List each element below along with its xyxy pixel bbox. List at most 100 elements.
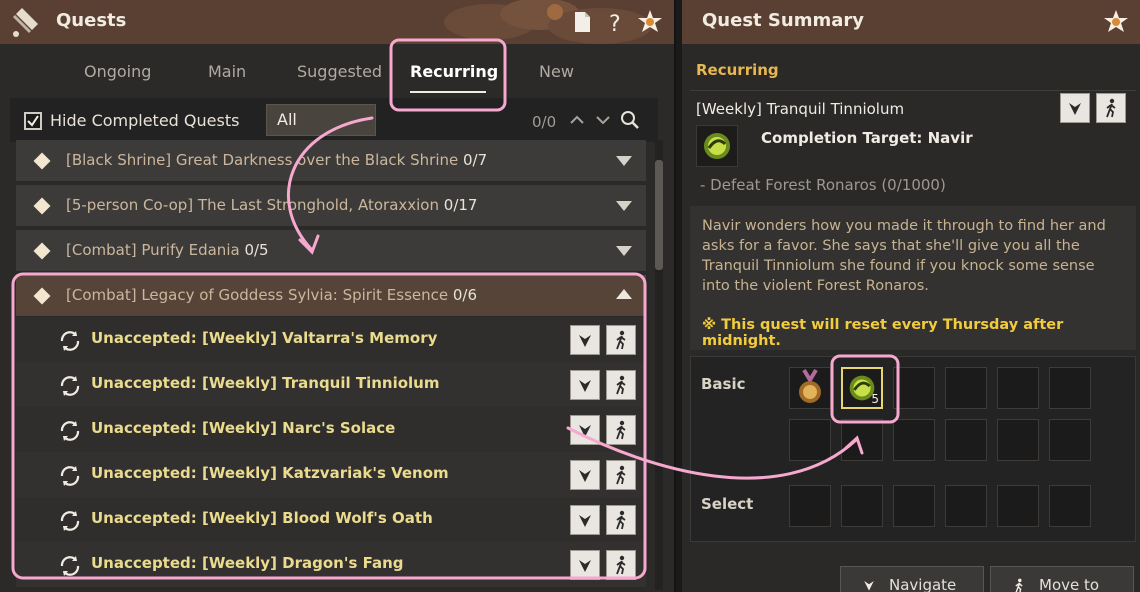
completion-target: Completion Target: Navir bbox=[761, 129, 973, 147]
reward-slot[interactable] bbox=[841, 419, 883, 461]
diamond-icon bbox=[33, 287, 51, 305]
auto-move-button[interactable] bbox=[1096, 93, 1126, 123]
navigate-arrow-icon bbox=[579, 380, 591, 392]
reward-slot[interactable] bbox=[1049, 367, 1091, 409]
navigate-button[interactable] bbox=[570, 550, 600, 580]
search-result-count: 0/0 bbox=[532, 113, 557, 131]
navigate-button[interactable] bbox=[570, 505, 600, 535]
search-icon[interactable] bbox=[618, 106, 640, 134]
reward-slot[interactable] bbox=[789, 367, 831, 409]
category-dropdown[interactable]: All bbox=[266, 104, 376, 136]
quest-description: Navir wonders how you made it through to… bbox=[702, 218, 1106, 294]
auto-move-button[interactable] bbox=[606, 460, 636, 490]
auto-move-button[interactable] bbox=[606, 325, 636, 355]
quests-title: Quests bbox=[56, 10, 127, 31]
walking-figure-icon bbox=[616, 510, 626, 530]
navigate-arrow-icon bbox=[579, 560, 591, 572]
summary-title-bar[interactable]: Quest Summary bbox=[682, 0, 1140, 44]
divider bbox=[690, 90, 1136, 91]
auto-move-button[interactable] bbox=[606, 415, 636, 445]
settings-emblem-icon[interactable] bbox=[1102, 8, 1130, 36]
auto-move-button[interactable] bbox=[606, 505, 636, 535]
navigate-large-button[interactable]: Navigate bbox=[840, 566, 984, 592]
reward-slot[interactable] bbox=[997, 419, 1039, 461]
scrollbar-thumb[interactable] bbox=[655, 160, 663, 270]
expand-arrow-icon[interactable] bbox=[616, 246, 632, 256]
recurring-icon bbox=[60, 421, 80, 441]
recurring-icon bbox=[60, 556, 80, 576]
reward-slot[interactable] bbox=[893, 419, 935, 461]
quest-group-last-stronghold[interactable]: [5-person Co-op] The Last Stronghold, At… bbox=[16, 185, 646, 227]
tab-main[interactable]: Main bbox=[208, 62, 246, 81]
sub-quest-item[interactable]: Unaccepted: [Weekly] Tranquil Tinniolum bbox=[16, 362, 646, 407]
chevron-down-icon[interactable] bbox=[592, 106, 614, 134]
svg-text:?: ? bbox=[609, 12, 621, 36]
sub-quest-item[interactable]: Unaccepted: [Weekly] Valtarra's Memory bbox=[16, 317, 646, 362]
navigate-button[interactable] bbox=[570, 370, 600, 400]
reward-slot[interactable] bbox=[789, 419, 831, 461]
tab-recurring[interactable]: Recurring bbox=[410, 62, 498, 81]
tab-new[interactable]: New bbox=[539, 62, 574, 81]
dropdown-value: All bbox=[277, 110, 297, 129]
expand-arrow-icon[interactable] bbox=[616, 201, 632, 211]
help-icon[interactable]: ? bbox=[602, 8, 630, 36]
select-reward-slot[interactable] bbox=[997, 485, 1039, 527]
select-reward-slot[interactable] bbox=[841, 485, 883, 527]
select-reward-slot[interactable] bbox=[1049, 485, 1091, 527]
rewards-panel: Basic 5 Select bbox=[690, 356, 1136, 542]
sub-quest-title: Unaccepted: [Weekly] Narc's Solace bbox=[91, 419, 396, 437]
quest-item-icon bbox=[696, 125, 738, 167]
quest-description-box: Navir wonders how you made it through to… bbox=[690, 206, 1136, 350]
sub-quest-title: Unaccepted: [Weekly] Valtarra's Memory bbox=[91, 329, 438, 347]
quest-group-legacy-of-sylvia[interactable]: [Combat] Legacy of Goddess Sylvia: Spiri… bbox=[16, 275, 646, 317]
diamond-icon bbox=[33, 152, 51, 170]
navigate-button[interactable] bbox=[1060, 93, 1090, 123]
navigate-button[interactable] bbox=[570, 415, 600, 445]
move-to-button[interactable]: Move to bbox=[990, 566, 1134, 592]
reward-slot[interactable] bbox=[945, 419, 987, 461]
sub-quest-item[interactable]: Unaccepted: [Weekly] Katzvariak's Venom bbox=[16, 452, 646, 497]
quests-title-bar[interactable]: Quests ? bbox=[0, 0, 674, 44]
select-reward-slot[interactable] bbox=[789, 485, 831, 527]
medal-icon bbox=[799, 368, 821, 403]
quest-group-title: [5-person Co-op] The Last Stronghold, At… bbox=[66, 196, 478, 214]
sub-quest-item[interactable]: Unaccepted: [Weekly] Narc's Solace bbox=[16, 407, 646, 452]
auto-move-button[interactable] bbox=[606, 550, 636, 580]
reward-slot[interactable] bbox=[945, 367, 987, 409]
move-to-label: Move to bbox=[1039, 576, 1100, 592]
summary-category: Recurring bbox=[696, 61, 779, 79]
reward-slot-selected[interactable]: 5 bbox=[841, 367, 883, 409]
quest-group-purify-edania[interactable]: [Combat] Purify Edania 0/5 bbox=[16, 230, 646, 272]
tab-ongoing[interactable]: Ongoing bbox=[84, 62, 151, 81]
navigate-arrow-icon bbox=[579, 515, 591, 527]
reward-slot[interactable] bbox=[893, 367, 935, 409]
sub-quest-title: Unaccepted: [Weekly] Blood Wolf's Oath bbox=[91, 509, 433, 527]
navigate-button[interactable] bbox=[570, 325, 600, 355]
active-tab-indicator bbox=[410, 91, 486, 93]
sub-quest-title: Unaccepted: [Weekly] Katzvariak's Venom bbox=[91, 464, 449, 482]
document-icon[interactable] bbox=[568, 8, 596, 36]
chevron-up-icon[interactable] bbox=[566, 106, 588, 134]
sub-quest-title: Unaccepted: [Weekly] Tranquil Tinniolum bbox=[91, 374, 440, 392]
quest-tabs: Ongoing Main Suggested Recurring New bbox=[0, 44, 674, 96]
select-reward-slot[interactable] bbox=[893, 485, 935, 527]
quest-group-title: [Black Shrine] Great Darkness over the B… bbox=[66, 151, 488, 169]
quest-group-black-shrine[interactable]: [Black Shrine] Great Darkness over the B… bbox=[16, 140, 646, 182]
expand-arrow-icon[interactable] bbox=[616, 156, 632, 166]
navigate-arrow-icon bbox=[864, 581, 874, 591]
tinniolum-icon bbox=[704, 133, 730, 159]
hide-completed-checkbox[interactable] bbox=[24, 112, 42, 130]
navigate-button[interactable] bbox=[570, 460, 600, 490]
reward-slot[interactable] bbox=[997, 367, 1039, 409]
auto-move-button[interactable] bbox=[606, 370, 636, 400]
filter-bar: Hide Completed Quests All 0/0 bbox=[10, 98, 658, 142]
quest-objective: - Defeat Forest Ronaros (0/1000) bbox=[700, 176, 946, 194]
sub-quest-item[interactable]: Unaccepted: [Weekly] Dragon's Fang bbox=[16, 542, 646, 587]
select-reward-slot[interactable] bbox=[945, 485, 987, 527]
reward-slot[interactable] bbox=[1049, 419, 1091, 461]
basic-rewards-label: Basic bbox=[701, 375, 746, 393]
tab-suggested[interactable]: Suggested bbox=[297, 62, 382, 81]
settings-emblem-icon[interactable] bbox=[636, 8, 664, 36]
collapse-arrow-icon[interactable] bbox=[616, 289, 632, 299]
sub-quest-item[interactable]: Unaccepted: [Weekly] Blood Wolf's Oath bbox=[16, 497, 646, 542]
